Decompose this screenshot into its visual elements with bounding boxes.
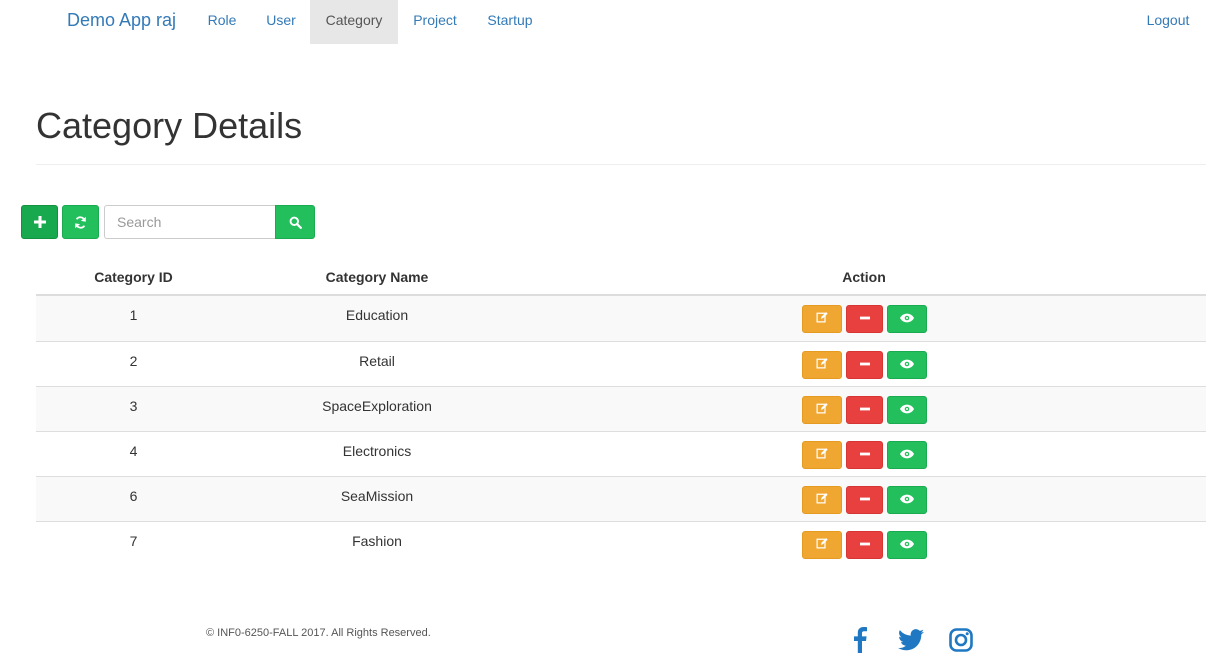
column-header-category-name: Category Name — [325, 269, 429, 285]
plus-icon — [33, 216, 46, 228]
nav-item-project[interactable]: Project — [399, 0, 471, 44]
table-row: 1 Education — [36, 296, 1206, 341]
brand-link[interactable]: Demo App raj — [67, 10, 176, 30]
table-row: 4 Electronics — [36, 431, 1206, 476]
view-button[interactable] — [887, 441, 927, 469]
navbar: Demo App raj Role User Category Project … — [0, 0, 1231, 44]
delete-button[interactable] — [846, 531, 883, 559]
edit-icon — [816, 491, 828, 509]
edit-icon — [816, 536, 828, 554]
view-button[interactable] — [887, 486, 927, 514]
nav-item-role[interactable]: Role — [196, 0, 248, 44]
view-button[interactable] — [887, 396, 927, 424]
divider — [36, 164, 1206, 165]
copyright-text: © INF0-6250-FALL 2017. All Rights Reserv… — [206, 627, 431, 639]
search-icon — [289, 216, 302, 229]
view-button[interactable] — [887, 351, 927, 379]
category-name-cell: SpaceExploration — [322, 398, 432, 414]
category-id-cell: 1 — [129, 307, 138, 323]
logout-link[interactable]: Logout — [1133, 0, 1203, 44]
category-id-cell: 3 — [129, 398, 138, 414]
minus-icon — [859, 446, 870, 464]
view-button[interactable] — [887, 305, 927, 333]
eye-icon — [900, 536, 914, 554]
delete-button[interactable] — [846, 305, 883, 333]
delete-button[interactable] — [846, 486, 883, 514]
edit-icon — [816, 401, 828, 419]
delete-button[interactable] — [846, 441, 883, 469]
facebook-icon — [854, 627, 867, 653]
edit-button[interactable] — [802, 486, 842, 514]
twitter-icon — [898, 629, 924, 651]
minus-icon — [859, 356, 870, 374]
table-row: 6 SeaMission — [36, 476, 1206, 521]
view-button[interactable] — [887, 531, 927, 559]
search-input[interactable] — [104, 205, 276, 239]
category-id-cell: 4 — [129, 443, 138, 459]
eye-icon — [900, 401, 914, 419]
edit-icon — [816, 446, 828, 464]
category-id-cell: 2 — [129, 353, 138, 369]
delete-button[interactable] — [846, 396, 883, 424]
column-header-action: Action — [842, 269, 886, 285]
edit-button[interactable] — [802, 396, 842, 424]
table-body: 1 Education 2 Retail 3 SpaceExploration 4 Elect… — [36, 296, 1206, 566]
category-table: Category ID Category Name Action 1 Educat… — [36, 259, 1206, 566]
add-category-button[interactable] — [21, 205, 58, 239]
category-id-cell: 7 — [129, 533, 138, 549]
table-row: 2 Retail — [36, 341, 1206, 386]
minus-icon — [859, 401, 870, 419]
page-title: Category Details — [36, 105, 303, 146]
facebook-link[interactable] — [848, 623, 872, 657]
edit-button[interactable] — [802, 305, 842, 333]
edit-button[interactable] — [802, 531, 842, 559]
refresh-button[interactable] — [62, 205, 99, 239]
instagram-link[interactable] — [946, 623, 976, 657]
category-name-cell: Fashion — [352, 533, 402, 549]
category-id-cell: 6 — [129, 488, 138, 504]
refresh-icon — [75, 215, 86, 229]
eye-icon — [900, 491, 914, 509]
delete-button[interactable] — [846, 351, 883, 379]
table-header: Category ID Category Name Action — [36, 259, 1206, 296]
instagram-icon — [949, 628, 973, 652]
twitter-link[interactable] — [896, 623, 926, 657]
minus-icon — [859, 536, 870, 554]
search-button[interactable] — [275, 205, 315, 239]
edit-button[interactable] — [802, 351, 842, 379]
category-name-cell: Education — [345, 307, 409, 323]
category-name-cell: Electronics — [342, 443, 412, 459]
edit-button[interactable] — [802, 441, 842, 469]
category-name-cell: SeaMission — [340, 488, 414, 504]
eye-icon — [900, 446, 914, 464]
column-header-category-id: Category ID — [94, 269, 173, 285]
eye-icon — [900, 356, 914, 374]
eye-icon — [900, 310, 914, 328]
edit-icon — [816, 356, 828, 374]
table-row: 7 Fashion — [36, 521, 1206, 566]
nav-item-startup[interactable]: Startup — [474, 0, 546, 44]
nav-item-user[interactable]: User — [253, 0, 309, 44]
table-row: 3 SpaceExploration — [36, 386, 1206, 431]
minus-icon — [859, 310, 870, 328]
minus-icon — [859, 491, 870, 509]
category-name-cell: Retail — [359, 353, 395, 369]
edit-icon — [816, 310, 828, 328]
nav-item-category[interactable]: Category — [310, 0, 398, 44]
